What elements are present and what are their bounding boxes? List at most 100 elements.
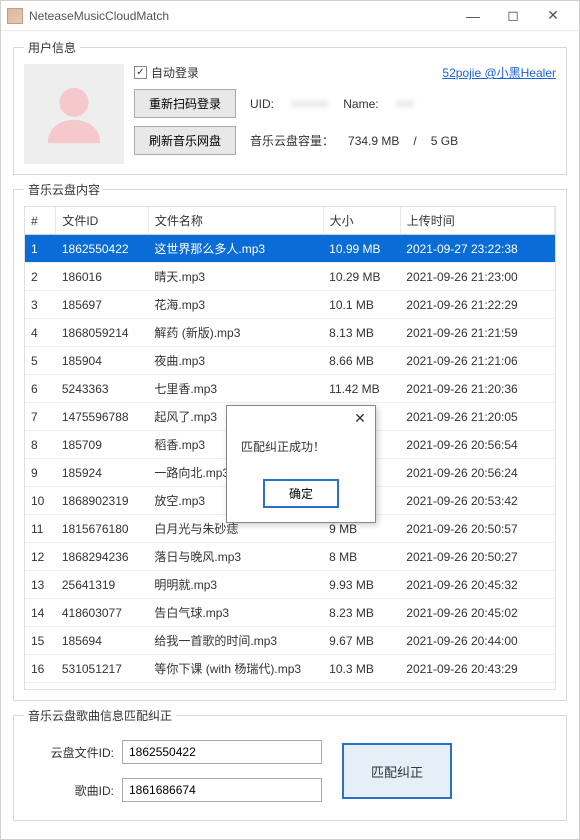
cell-idx: 13: [25, 571, 56, 599]
dialog-close-icon[interactable]: ✕: [349, 408, 371, 428]
cell-idx: 1: [25, 235, 56, 263]
cell-id: 1868902319: [56, 487, 149, 515]
cell-id: 1868059214: [56, 319, 149, 347]
cell-time: 2021-09-26 20:43:29: [400, 655, 554, 683]
cell-time: 2021-09-26 21:23:00: [400, 263, 554, 291]
cell-idx: 9: [25, 459, 56, 487]
auto-login-checkbox[interactable]: ✓ 自动登录: [134, 64, 199, 81]
success-dialog: ✕ 匹配纠正成功！ 确定: [226, 405, 376, 523]
cell-size: 10.29 MB: [323, 263, 400, 291]
credit-link[interactable]: 52pojie @小黑Healer: [442, 64, 556, 81]
cell-idx: 6: [25, 375, 56, 403]
cell-idx: 5: [25, 347, 56, 375]
cell-size: 9.67 MB: [323, 627, 400, 655]
cell-time: 2021-09-26 20:50:57: [400, 515, 554, 543]
table-row[interactable]: 41868059214解药 (新版).mp38.13 MB2021-09-26 …: [25, 319, 555, 347]
cell-time: 2021-09-26 20:53:42: [400, 487, 554, 515]
rescan-login-button[interactable]: 重新扫码登录: [134, 89, 236, 118]
cell-size: 8 MB: [323, 543, 400, 571]
name-value: •••: [397, 97, 416, 111]
app-icon: [7, 8, 23, 24]
file-id-input[interactable]: [122, 740, 322, 764]
capacity-sep: /: [413, 134, 416, 148]
cell-time: 2021-09-27 23:22:38: [400, 235, 554, 263]
col-header-id[interactable]: 文件ID: [56, 207, 149, 235]
cell-idx: 16: [25, 655, 56, 683]
table-row[interactable]: 16531051217等你下课 (with 杨瑞代).mp310.3 MB202…: [25, 655, 555, 683]
col-header-time[interactable]: 上传时间: [400, 207, 554, 235]
table-row[interactable]: 171868140974来迟.mp38.91 MB2021-09-26 20:4…: [25, 683, 555, 691]
cell-time: 2021-09-26 21:20:05: [400, 403, 554, 431]
cell-idx: 3: [25, 291, 56, 319]
cell-idx: 17: [25, 683, 56, 691]
auto-login-label: 自动登录: [151, 64, 199, 81]
minimize-button[interactable]: —: [453, 2, 493, 30]
table-row[interactable]: 3185697花海.mp310.1 MB2021-09-26 21:22:29: [25, 291, 555, 319]
cell-name: 夜曲.mp3: [148, 347, 323, 375]
cell-time: 2021-09-26 20:56:24: [400, 459, 554, 487]
table-row[interactable]: 121868294236落日与晚风.mp38 MB2021-09-26 20:5…: [25, 543, 555, 571]
cell-name: 等你下课 (with 杨瑞代).mp3: [148, 655, 323, 683]
cell-id: 25641319: [56, 571, 149, 599]
name-label: Name:: [343, 97, 378, 111]
cell-id: 186016: [56, 263, 149, 291]
cell-name: 解药 (新版).mp3: [148, 319, 323, 347]
user-info-group: 用户信息 ✓ 自动登录 52pojie @小黑Healer 重新扫码登录: [13, 39, 567, 175]
cell-id: 185924: [56, 459, 149, 487]
cell-id: 531051217: [56, 655, 149, 683]
song-id-label: 歌曲ID:: [34, 782, 114, 799]
cell-size: 8.13 MB: [323, 319, 400, 347]
cell-id: 185709: [56, 431, 149, 459]
match-legend: 音乐云盘歌曲信息匹配纠正: [24, 707, 176, 724]
cell-id: 1475596788: [56, 403, 149, 431]
cell-time: 2021-09-26 20:45:32: [400, 571, 554, 599]
cell-id: 1868294236: [56, 543, 149, 571]
cell-idx: 4: [25, 319, 56, 347]
cell-id: 418603077: [56, 599, 149, 627]
maximize-button[interactable]: ◻: [493, 2, 533, 30]
col-header-index[interactable]: #: [25, 207, 56, 235]
table-row[interactable]: 5185904夜曲.mp38.66 MB2021-09-26 21:21:06: [25, 347, 555, 375]
table-row[interactable]: 15185694给我一首歌的时间.mp39.67 MB2021-09-26 20…: [25, 627, 555, 655]
cell-name: 明明就.mp3: [148, 571, 323, 599]
table-row[interactable]: 2186016晴天.mp310.29 MB2021-09-26 21:23:00: [25, 263, 555, 291]
capacity-used: 734.9 MB: [348, 134, 399, 148]
table-row[interactable]: 1325641319明明就.mp39.93 MB2021-09-26 20:45…: [25, 571, 555, 599]
table-row[interactable]: 11862550422这世界那么多人.mp310.99 MB2021-09-27…: [25, 235, 555, 263]
cell-idx: 7: [25, 403, 56, 431]
close-button[interactable]: ✕: [533, 2, 573, 30]
cell-id: 1862550422: [56, 235, 149, 263]
col-header-size[interactable]: 大小: [323, 207, 400, 235]
cell-time: 2021-09-26 20:45:02: [400, 599, 554, 627]
cell-name: 花海.mp3: [148, 291, 323, 319]
content-area: 用户信息 ✓ 自动登录 52pojie @小黑Healer 重新扫码登录: [1, 31, 579, 839]
app-window: NeteaseMusicCloudMatch — ◻ ✕ 用户信息 ✓ 自动登录…: [0, 0, 580, 840]
checkbox-icon: ✓: [134, 66, 147, 79]
cell-name: 这世界那么多人.mp3: [148, 235, 323, 263]
cell-name: 落日与晚风.mp3: [148, 543, 323, 571]
table-row[interactable]: 65243363七里香.mp311.42 MB2021-09-26 21:20:…: [25, 375, 555, 403]
window-title: NeteaseMusicCloudMatch: [29, 9, 453, 23]
table-row[interactable]: 14418603077告白气球.mp38.23 MB2021-09-26 20:…: [25, 599, 555, 627]
cell-time: 2021-09-26 20:42:59: [400, 683, 554, 691]
user-info-legend: 用户信息: [24, 39, 80, 56]
dialog-ok-button[interactable]: 确定: [263, 479, 339, 508]
match-button[interactable]: 匹配纠正: [342, 743, 452, 799]
song-id-input[interactable]: [122, 778, 322, 802]
cell-name: 给我一首歌的时间.mp3: [148, 627, 323, 655]
refresh-cloud-button[interactable]: 刷新音乐网盘: [134, 126, 236, 155]
cell-idx: 2: [25, 263, 56, 291]
person-icon: [39, 79, 109, 149]
capacity-total: 5 GB: [431, 134, 458, 148]
cell-time: 2021-09-26 21:22:29: [400, 291, 554, 319]
cell-time: 2021-09-26 21:21:59: [400, 319, 554, 347]
cell-size: 8.23 MB: [323, 599, 400, 627]
cell-size: 9.93 MB: [323, 571, 400, 599]
cell-size: 11.42 MB: [323, 375, 400, 403]
cell-id: 185694: [56, 627, 149, 655]
uid-label: UID:: [250, 97, 274, 111]
cell-name: 来迟.mp3: [148, 683, 323, 691]
cell-id: 5243363: [56, 375, 149, 403]
col-header-name[interactable]: 文件名称: [148, 207, 323, 235]
cell-name: 晴天.mp3: [148, 263, 323, 291]
